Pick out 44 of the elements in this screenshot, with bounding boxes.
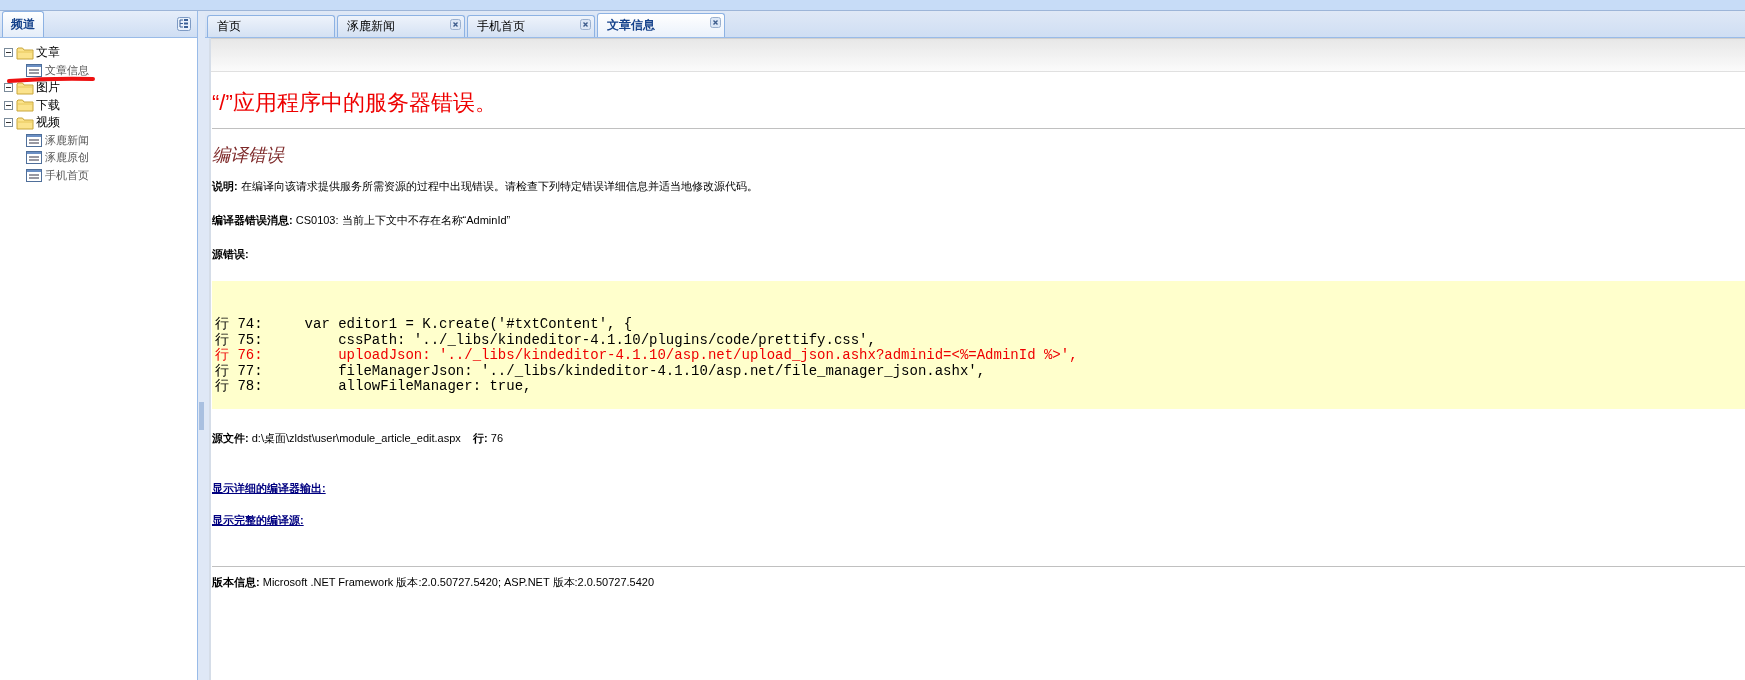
source-file-text: 源文件: d:\桌面\zldst\user\module_article_edit.aspx 行: 76 — [212, 430, 505, 446]
folder-icon — [16, 115, 34, 130]
tree-view-icon[interactable] — [177, 17, 191, 31]
error-title: “/”应用程序中的服务器错误。 — [212, 89, 498, 117]
collapse-toggle-icon[interactable] — [4, 83, 14, 93]
version-info-text: 版本信息: Microsoft .NET Framework 版本:2.0.50727.5420; ASP.NET 版本:2.0.50727.5420 — [212, 574, 656, 590]
tab[interactable]: 首页 — [207, 15, 335, 37]
collapse-handle[interactable] — [199, 401, 204, 430]
link[interactable]: 显示完整的编译源: — [212, 512, 304, 528]
compiler-message-text: 编译器错误消息: CS0103: 当前上下文中不存在名称“AdminId” — [212, 213, 512, 228]
tree-item[interactable]: 涿鹿原创 — [44, 150, 89, 166]
error-heading: 编译错误 — [212, 143, 286, 167]
collapse-toggle-icon[interactable] — [4, 100, 14, 110]
source-error-label: 源错误: — [212, 247, 250, 262]
collapse-toggle-icon[interactable] — [4, 118, 14, 128]
panel-tab[interactable]: 频道 — [2, 11, 44, 37]
document-list-icon — [26, 151, 42, 165]
folder-icon — [16, 45, 34, 60]
code-line: 行 78: allowFileManager: true, — [215, 379, 533, 395]
link[interactable]: 显示详细的编译器输出: — [212, 480, 326, 496]
tree-item[interactable]: 文章 — [36, 44, 60, 62]
tab[interactable]: 文章信息 — [597, 13, 725, 37]
document-list-icon — [26, 168, 42, 182]
close-icon[interactable] — [710, 17, 721, 28]
close-icon[interactable] — [450, 19, 461, 30]
tree-item[interactable]: 下载 — [36, 96, 60, 114]
collapse-toggle-icon[interactable] — [4, 48, 14, 58]
folder-icon — [16, 98, 34, 113]
description-text: 说明: 在编译向该请求提供服务所需资源的过程中出现错误。请检查下列特定错误详细信息并适当地修改源代码。 — [212, 179, 759, 194]
tree-item[interactable]: 文章信息 — [44, 62, 89, 78]
code-line: 行 74: var editor1 = K.create('#txtContent', { — [215, 317, 634, 333]
tree-item[interactable]: 视频 — [36, 114, 60, 132]
code-line: 行 76: uploadJson: '../_libs/kindeditor-4.1.10/asp.net/upload_json.ashx?adminid=<%=AdminId %>', — [215, 348, 1079, 364]
tree-item[interactable]: 手机首页 — [44, 167, 89, 183]
document-list-icon — [26, 63, 42, 77]
tab[interactable]: 涿鹿新闻 — [337, 15, 465, 37]
tab[interactable]: 手机首页 — [467, 15, 595, 37]
code-line: 行 77: fileManagerJson: '../_libs/kindeditor-4.1.10/asp.net/file_manager_json.ashx', — [215, 363, 987, 379]
code-line: 行 75: cssPath: '../_libs/kindeditor-4.1.10/plugins/code/prettify.css', — [215, 332, 877, 348]
tree-item[interactable]: 图片 — [36, 79, 60, 97]
folder-icon — [16, 80, 34, 95]
tree-item[interactable]: 涿鹿新闻 — [44, 132, 89, 148]
document-list-icon — [26, 133, 42, 147]
close-icon[interactable] — [580, 19, 591, 30]
